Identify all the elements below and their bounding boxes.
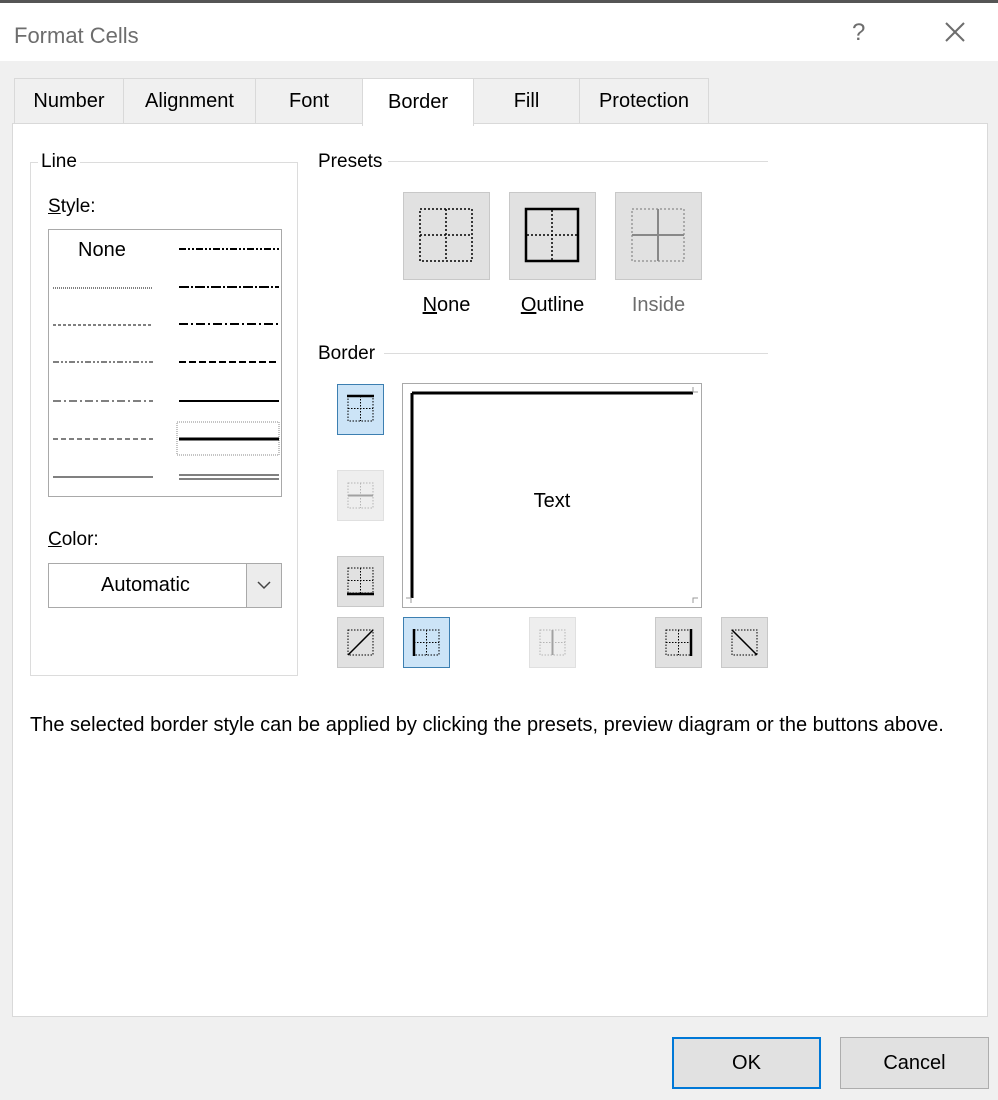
line-group-label: Line xyxy=(38,151,80,173)
border-diagonal-up-button[interactable] xyxy=(337,617,384,668)
cancel-button[interactable]: Cancel xyxy=(840,1037,989,1089)
color-dropdown-button[interactable] xyxy=(246,564,281,607)
line-style-list[interactable]: None xyxy=(48,229,282,497)
border-preview[interactable]: Text xyxy=(402,383,702,608)
dialog-title: Format Cells xyxy=(14,23,139,48)
diagonal-up-icon xyxy=(347,629,374,656)
tab-alignment[interactable]: Alignment xyxy=(123,78,256,124)
border-diagonal-down-button[interactable] xyxy=(721,617,768,668)
tab-fill[interactable]: Fill xyxy=(473,78,580,124)
preset-none-icon xyxy=(419,208,473,262)
tab-font[interactable]: Font xyxy=(255,78,363,124)
border-separator xyxy=(384,353,768,354)
line-style-samples xyxy=(53,248,280,480)
preset-inside-label: Inside xyxy=(631,294,686,316)
preset-none-button[interactable] xyxy=(403,192,490,280)
border-inside-horizontal-icon xyxy=(347,482,374,509)
tab-protection[interactable]: Protection xyxy=(579,78,709,124)
preset-none-label: None xyxy=(422,294,471,316)
color-value: Automatic xyxy=(101,574,190,596)
preset-outline-button[interactable] xyxy=(509,192,596,280)
border-left-button[interactable] xyxy=(403,617,450,668)
border-inside-vertical-icon xyxy=(539,629,566,656)
preset-outline-label: Outline xyxy=(520,294,585,316)
border-inside-vertical-button[interactable] xyxy=(529,617,576,668)
border-top-icon xyxy=(347,394,374,422)
color-label: Color: xyxy=(48,529,99,550)
border-top-button[interactable] xyxy=(337,384,384,435)
ok-button[interactable]: OK xyxy=(672,1037,821,1089)
border-inside-horizontal-button[interactable] xyxy=(337,470,384,521)
presets-separator xyxy=(388,161,768,162)
border-bottom-icon xyxy=(347,567,374,596)
tab-number[interactable]: Number xyxy=(14,78,124,124)
style-label: Style: xyxy=(48,196,96,217)
help-button[interactable]: ? xyxy=(852,19,865,47)
presets-group-label: Presets xyxy=(318,151,383,172)
title-bar: Format Cells ? xyxy=(0,3,998,61)
preset-inside-button[interactable] xyxy=(615,192,702,280)
close-icon[interactable] xyxy=(940,17,970,47)
preset-outline-icon xyxy=(524,207,580,263)
border-right-icon xyxy=(665,629,693,656)
tab-border[interactable]: Border xyxy=(362,78,474,126)
preset-inside-icon xyxy=(631,208,685,262)
diagonal-down-icon xyxy=(731,629,758,656)
chevron-down-icon xyxy=(257,581,271,590)
description-text: The selected border style can be applied… xyxy=(30,714,944,736)
border-left-icon xyxy=(412,629,440,656)
color-dropdown[interactable]: Automatic xyxy=(48,563,282,608)
preview-text: Text xyxy=(533,490,571,512)
border-bottom-button[interactable] xyxy=(337,556,384,607)
border-group-label: Border xyxy=(318,343,376,364)
border-right-button[interactable] xyxy=(655,617,702,668)
